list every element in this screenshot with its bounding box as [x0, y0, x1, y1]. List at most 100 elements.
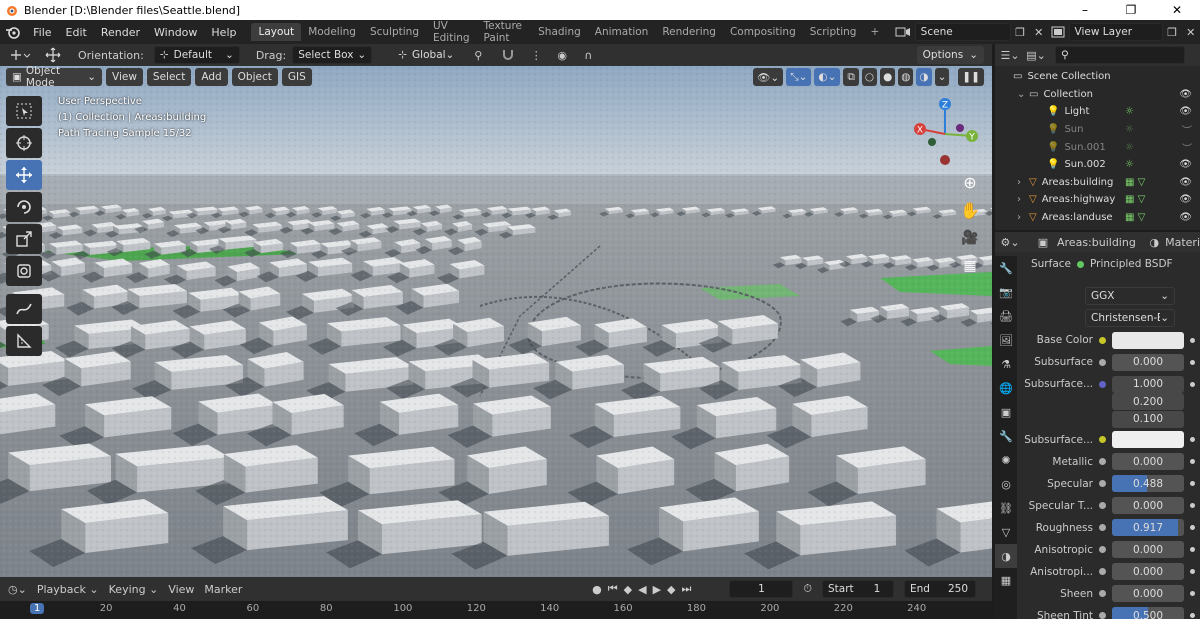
stopwatch-icon[interactable]: ⏱	[803, 582, 812, 596]
move-tool-icon[interactable]	[40, 47, 66, 63]
view-layer-field[interactable]: View Layer	[1068, 23, 1163, 41]
orientation-dropdown[interactable]: ⊹ Default ⌄	[153, 46, 240, 64]
keyframe-dot-icon[interactable]	[1190, 613, 1195, 618]
proportional-edit-icon[interactable]: ◉	[552, 49, 572, 62]
tab-compositing[interactable]: Compositing	[723, 23, 803, 41]
material-tab-icon[interactable]: ◑	[995, 544, 1017, 568]
delete-scene-icon[interactable]: ✕	[1029, 26, 1048, 39]
annotate-tool-icon[interactable]	[6, 294, 42, 324]
tab-rendering[interactable]: Rendering	[655, 23, 723, 41]
overlay-toggle-icon[interactable]: ◐⌄	[814, 68, 841, 86]
keyframe-dot-icon[interactable]	[1190, 337, 1195, 343]
expand-arrow-icon[interactable]: ›	[1017, 212, 1029, 223]
modifier-tab-icon[interactable]: 🔧	[995, 424, 1017, 448]
timeline-editor-type-icon[interactable]: ◷⌄	[8, 583, 27, 596]
add-workspace-button[interactable]: +	[863, 23, 886, 41]
play-icon[interactable]: ▶	[653, 583, 661, 596]
expand-arrow-icon[interactable]: ⌄	[1017, 89, 1029, 100]
scene-name-field[interactable]: Scene	[914, 23, 1011, 41]
keyframe-dot-icon[interactable]	[1190, 359, 1195, 365]
viewport-menu-view[interactable]: View	[106, 68, 143, 86]
material-shading-icon[interactable]: ◍	[898, 68, 914, 86]
number-field[interactable]: 0.000	[1112, 563, 1184, 580]
properties-editor-type-icon[interactable]: ⚙⌄	[999, 236, 1021, 249]
current-frame-field[interactable]: 1	[729, 580, 794, 598]
color-swatch[interactable]	[1112, 331, 1184, 349]
number-field[interactable]: 0.000	[1112, 497, 1184, 514]
transform-space-dropdown[interactable]: ⊹ Global ⌄	[392, 46, 461, 64]
menu-window[interactable]: Window	[147, 26, 204, 39]
navigation-gizmo[interactable]: Z Y X	[910, 94, 980, 174]
play-reverse-icon[interactable]: ◀	[638, 583, 646, 596]
tab-sculpting[interactable]: Sculpting	[363, 23, 426, 41]
tab-uv-editing[interactable]: UV Editing	[426, 17, 477, 47]
visibility-eye-icon[interactable]: 👁	[1179, 159, 1192, 170]
input-socket-icon[interactable]	[1099, 590, 1106, 597]
viewport-menu-add[interactable]: Add	[195, 68, 228, 86]
outliner-row[interactable]: 💡 Sun.002 ☼ 👁	[995, 156, 1200, 174]
close-button[interactable]: ✕	[1154, 0, 1200, 20]
blender-menu-icon[interactable]	[0, 25, 26, 39]
new-view-layer-icon[interactable]: ❐	[1163, 26, 1182, 39]
visibility-eye-icon[interactable]: 👁	[1179, 89, 1192, 100]
outliner-search-input[interactable]: ⚲	[1055, 46, 1185, 64]
outliner-row-root[interactable]: ▭ Scene Collection	[995, 68, 1200, 86]
number-field[interactable]: 0.000	[1112, 453, 1184, 470]
visibility-eye-icon[interactable]: 👁	[1179, 177, 1192, 188]
keyframe-dot-icon[interactable]	[1190, 503, 1195, 508]
outliner-row[interactable]: › ▽ Areas:building ▦ ▽ 👁	[995, 174, 1200, 192]
pan-hand-icon[interactable]: ✋	[956, 196, 984, 224]
timeline-ruler[interactable]: 1 20 40 60 80 100 120 140 160 180 200 220 240	[0, 601, 992, 619]
drag-dropdown[interactable]: Select Box ⌄	[292, 46, 373, 64]
menu-edit[interactable]: Edit	[59, 26, 94, 39]
number-field[interactable]: 0.000	[1112, 541, 1184, 558]
visibility-eye-icon[interactable]: ︶	[1182, 140, 1192, 155]
scene-icon[interactable]	[892, 26, 914, 38]
input-socket-icon[interactable]	[1099, 458, 1106, 465]
input-socket-icon[interactable]	[1099, 546, 1106, 553]
measure-tool-icon[interactable]	[6, 326, 42, 356]
input-socket-icon[interactable]	[1099, 480, 1106, 487]
visibility-eye-icon[interactable]: 👁	[1179, 106, 1192, 117]
menu-file[interactable]: File	[26, 26, 58, 39]
menu-render[interactable]: Render	[94, 26, 147, 39]
neg-x-axis-handle[interactable]	[940, 155, 950, 165]
solid-shading-icon[interactable]: ●	[880, 68, 896, 86]
number-field[interactable]: 0.000	[1112, 585, 1184, 602]
editor-type-icon[interactable]	[6, 48, 34, 62]
tool-tab-icon[interactable]: 🔧	[995, 256, 1017, 280]
pause-render-icon[interactable]: ❚❚	[958, 68, 984, 86]
transform-tool-icon[interactable]	[6, 256, 42, 286]
keyframe-dot-icon[interactable]	[1190, 459, 1195, 464]
rotate-tool-icon[interactable]	[6, 192, 42, 222]
surface-shader-value[interactable]: Principled BSDF	[1090, 258, 1173, 270]
keyframe-dot-icon[interactable]	[1190, 591, 1195, 596]
camera-view-icon[interactable]: 🎥	[956, 224, 984, 252]
input-socket-icon[interactable]	[1099, 436, 1106, 443]
ortho-grid-icon[interactable]: ▦	[956, 252, 984, 280]
outliner-row[interactable]: 💡 Sun.001 ☼ ︶	[995, 138, 1200, 156]
input-socket-icon[interactable]	[1099, 336, 1106, 344]
outliner-row[interactable]: 💡 Sun ☼ ︶	[995, 121, 1200, 139]
object-tab-icon[interactable]: ▣	[995, 400, 1017, 424]
visibility-eye-icon[interactable]: 👁	[1179, 194, 1192, 205]
display-mode-icon[interactable]: ▤⌄	[1025, 49, 1047, 62]
tab-animation[interactable]: Animation	[588, 23, 656, 41]
keyframe-dot-icon[interactable]	[1190, 569, 1195, 574]
distribution-dropdown[interactable]: GGX ⌄	[1085, 287, 1175, 305]
outliner-editor-type-icon[interactable]: ☰⌄	[999, 49, 1021, 62]
keyframe-dot-icon[interactable]	[1190, 481, 1195, 486]
viewport-menu-gis[interactable]: GIS	[281, 68, 312, 86]
input-socket-icon[interactable]	[1099, 568, 1106, 575]
outliner-row[interactable]: › ▽ Areas:landuse ▦ ▽ 👁	[995, 209, 1200, 227]
particles-tab-icon[interactable]: ✺	[995, 448, 1017, 472]
jump-start-icon[interactable]: ⏮	[608, 582, 618, 596]
tab-texture-paint[interactable]: Texture Paint	[477, 17, 532, 47]
timeline-marker-menu[interactable]: Marker	[204, 583, 242, 596]
physics-tab-icon[interactable]: ◎	[995, 472, 1017, 496]
pivot-point-icon[interactable]: ⚲	[466, 49, 490, 62]
options-dropdown[interactable]: Options ⌄	[916, 46, 984, 64]
neg-y-axis-handle[interactable]	[956, 124, 964, 132]
delete-view-layer-icon[interactable]: ✕	[1181, 26, 1200, 39]
view-layer-tab-icon[interactable]: 🖼	[995, 328, 1017, 352]
